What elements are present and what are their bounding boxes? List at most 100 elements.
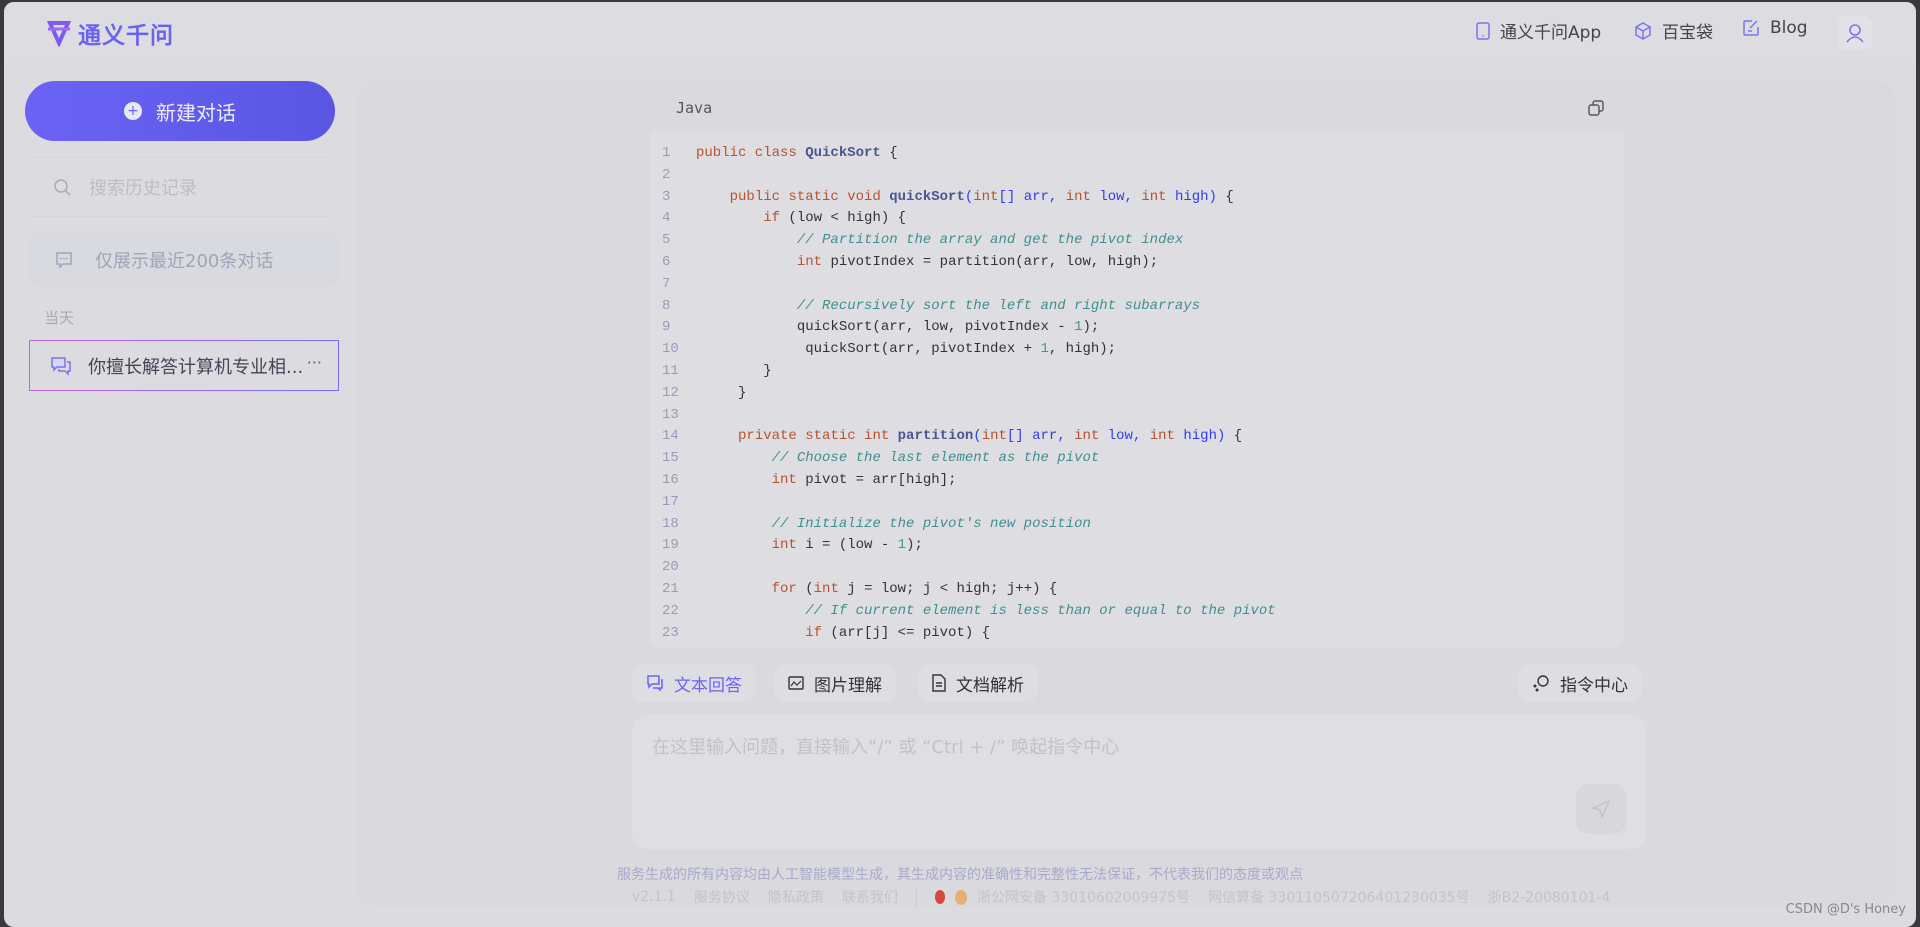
code-text: // Initialize the pivot's new position	[696, 514, 1091, 536]
code-line: 20	[650, 557, 1624, 579]
code-text: int pivotIndex = partition(arr, low, hig…	[696, 252, 1158, 274]
code-line: 23 if (arr[j] <= pivot) {	[650, 623, 1624, 645]
logo[interactable]: 通义千问	[46, 16, 174, 50]
code-token: int	[1141, 188, 1175, 205]
code-line: 6 int pivotIndex = partition(arr, low, h…	[650, 252, 1624, 274]
code-token: // Choose the last element as the pivot	[771, 450, 1100, 467]
code-token: int	[813, 580, 839, 597]
icp-license[interactable]: 浙B2-20080101-4	[1488, 887, 1611, 907]
code-token: pivot = arr[high];	[796, 471, 957, 488]
code-token: [] arr,	[998, 188, 1066, 205]
mode-image-understanding[interactable]: 图片理解	[774, 664, 896, 702]
line-number: 2	[662, 166, 671, 183]
code-text: }	[696, 361, 771, 383]
history-notice: 仅展示最近200条对话	[29, 233, 339, 286]
line-number: 12	[662, 384, 679, 401]
code-token: (	[796, 580, 814, 597]
code-token: [] arr,	[1006, 428, 1075, 445]
line-number: 17	[662, 493, 679, 510]
logo-icon	[46, 21, 72, 47]
mode-text-answer[interactable]: 文本回答	[632, 664, 756, 702]
image-icon	[788, 676, 804, 690]
command-center-button[interactable]: 指令中心	[1518, 664, 1642, 702]
code-token: 1	[897, 537, 907, 554]
line-number: 8	[662, 297, 671, 314]
line-number: 19	[662, 537, 679, 554]
code-token: int	[771, 471, 797, 488]
code-token: int	[771, 537, 797, 554]
message-icon	[56, 251, 72, 269]
edit-icon	[1743, 20, 1759, 36]
code-token: );	[1082, 319, 1100, 336]
command-center-label: 指令中心	[1560, 675, 1628, 696]
code-text: int pivot = arr[high];	[696, 470, 957, 492]
user-icon	[1846, 24, 1864, 43]
code-line: 15 // Choose the last element as the piv…	[650, 448, 1624, 470]
code-token: (low < high) {	[780, 210, 907, 227]
code-text: public static void quickSort(int[] arr, …	[696, 187, 1234, 209]
code-token: {	[1216, 188, 1234, 205]
history-search-input[interactable]: 搜索历史记录	[29, 157, 329, 217]
code-line: 8 // Recursively sort the left and right…	[650, 296, 1624, 318]
user-button[interactable]	[1838, 16, 1872, 50]
icp-algorithm[interactable]: 网信算备 330110507206401230035号	[1208, 887, 1470, 907]
code-token: high)	[1183, 428, 1226, 445]
code-content: 1 public class QuickSort { 2 3 public stati…	[650, 131, 1624, 644]
link-terms[interactable]: 服务协议	[694, 887, 750, 907]
icp-police[interactable]: 浙公网安备 33010602009975号	[977, 887, 1190, 907]
send-button[interactable]	[1576, 784, 1626, 834]
mode-label: 文本回答	[674, 675, 742, 696]
code-token: low,	[1107, 428, 1150, 445]
nav-toolbox-label: 百宝袋	[1662, 23, 1713, 43]
code-text: for (int j = low; j < high; j++) {	[696, 579, 1058, 601]
code-text: if (arr[j] <= pivot) {	[696, 623, 990, 645]
chat-icon	[647, 675, 663, 692]
mode-document-parsing[interactable]: 文档解析	[918, 664, 1038, 702]
code-token: if	[763, 210, 781, 227]
logo-text: 通义千问	[78, 23, 174, 49]
copy-icon[interactable]	[1588, 100, 1604, 116]
conversation-title: 你擅长解答计算机专业相...	[88, 356, 304, 378]
footer-links: v2.1.1 服务协议 隐私政策 联系我们 浙公网安备 330106020099…	[632, 887, 1610, 907]
new-chat-button[interactable]: + 新建对话	[25, 81, 335, 141]
code-token: high)	[1174, 188, 1217, 205]
code-token: pivotIndex = partition(arr, low, high);	[822, 253, 1159, 270]
header: 通义千问 通义千问App 百宝袋 Blog	[4, 2, 1916, 62]
code-token: quickSort(arr, low, pivotIndex -	[696, 319, 1075, 336]
code-line: 10 quickSort(arr, pivotIndex + 1, high);	[650, 339, 1624, 361]
notice-text: 仅展示最近200条对话	[95, 250, 274, 272]
more-options-button[interactable]: ···	[307, 353, 322, 372]
new-chat-label: 新建对话	[156, 100, 236, 125]
code-line: 16 int pivot = arr[high];	[650, 470, 1624, 492]
code-text: // Choose the last element as the pivot	[696, 448, 1100, 470]
nav-blog[interactable]: Blog	[1742, 18, 1808, 38]
code-line: 9 quickSort(arr, low, pivotIndex - 1);	[650, 317, 1624, 339]
chat-bubbles-icon	[51, 356, 71, 376]
line-number: 21	[662, 580, 679, 597]
line-number: 16	[662, 471, 679, 488]
code-line: 4 if (low < high) {	[650, 208, 1624, 230]
code-line: 21 for (int j = low; j < high; j++) {	[650, 579, 1624, 601]
link-contact[interactable]: 联系我们	[842, 887, 898, 907]
question-input[interactable]: 在这里输入问题，直接输入“/” 或 “Ctrl + /” 唤起指令中心	[632, 715, 1647, 849]
code-line: 5 // Partition the array and get the piv…	[650, 230, 1624, 252]
code-token: QuickSort	[805, 145, 881, 161]
code-text: public class QuickSort {	[696, 143, 898, 165]
cube-icon	[1635, 21, 1651, 40]
code-token: );	[906, 537, 923, 554]
nav-app[interactable]: 通义千问App	[1476, 18, 1601, 43]
code-token: int	[1065, 188, 1100, 205]
nav-toolbox[interactable]: 百宝袋	[1634, 18, 1713, 43]
line-number: 4	[662, 210, 671, 227]
link-privacy[interactable]: 隐私政策	[768, 887, 824, 907]
code-token: for	[771, 580, 797, 597]
code-line: 3 public static void quickSort(int[] arr…	[650, 187, 1624, 209]
line-number: 15	[662, 450, 679, 467]
conversation-item[interactable]: 你擅长解答计算机专业相... ···	[29, 340, 339, 391]
